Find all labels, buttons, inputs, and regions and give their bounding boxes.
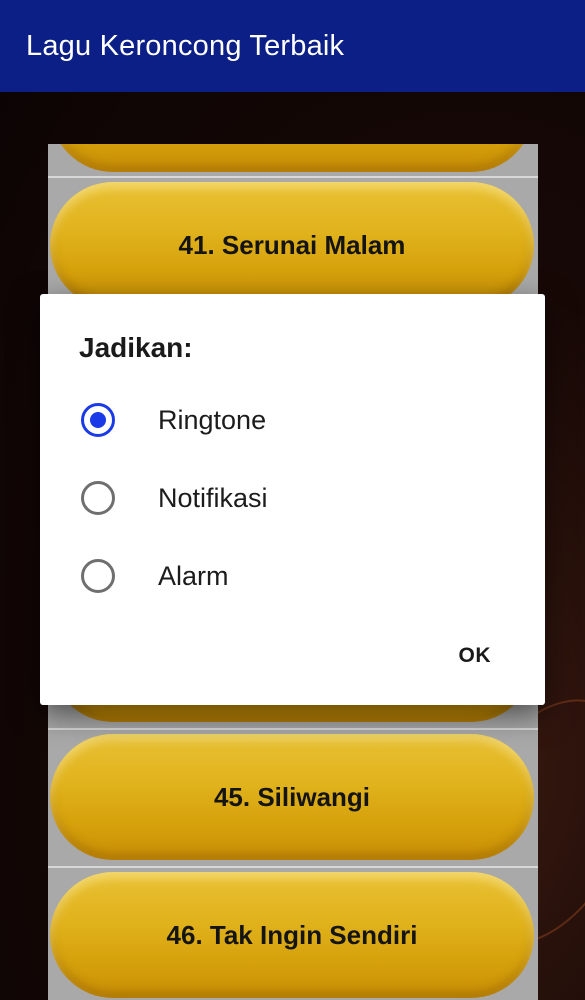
option-ringtone[interactable]: Ringtone <box>40 384 545 456</box>
set-as-dialog: Jadikan: Ringtone Notifikasi Alarm OK <box>40 294 545 705</box>
option-label: Alarm <box>158 560 229 591</box>
radio-button-ringtone[interactable] <box>81 403 115 437</box>
app-title: Lagu Keroncong Terbaik <box>26 29 345 62</box>
radio-button-alarm[interactable] <box>81 559 115 593</box>
option-label: Notifikasi <box>158 482 268 513</box>
option-notifikasi[interactable]: Notifikasi <box>40 462 545 534</box>
ok-button[interactable]: OK <box>459 644 492 668</box>
radio-button-notifikasi[interactable] <box>81 481 115 515</box>
option-alarm[interactable]: Alarm <box>40 540 545 612</box>
app-bar: Lagu Keroncong Terbaik <box>0 0 585 92</box>
option-label: Ringtone <box>158 404 267 435</box>
dialog-title: Jadikan: <box>79 332 193 363</box>
